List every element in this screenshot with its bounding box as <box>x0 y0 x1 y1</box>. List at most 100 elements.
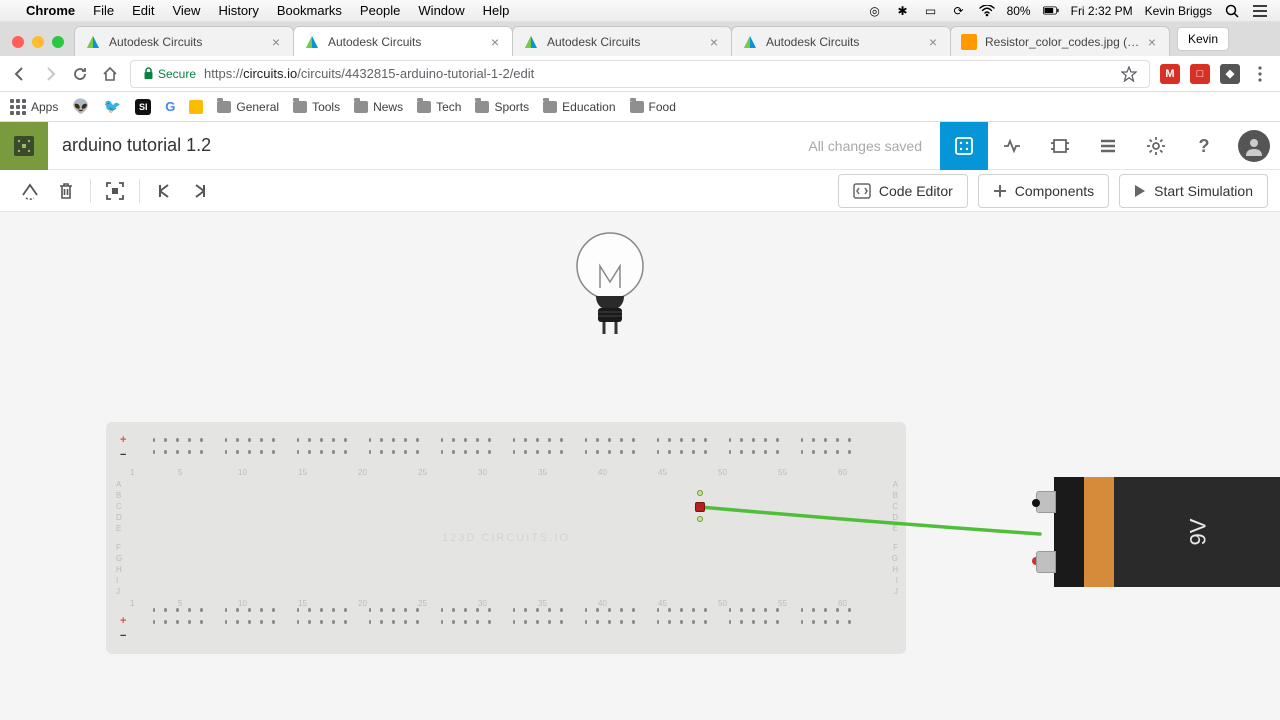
tab-close-icon[interactable]: × <box>926 35 940 49</box>
home-button[interactable] <box>100 64 120 84</box>
bm-folder-general[interactable]: General <box>217 100 279 114</box>
bm-google[interactable]: G <box>165 99 175 114</box>
ext-icon-2[interactable]: □ <box>1190 64 1210 84</box>
back-button[interactable] <box>10 64 30 84</box>
wifi-icon[interactable] <box>979 4 995 18</box>
bm-folder-news[interactable]: News <box>354 100 403 114</box>
tab-4[interactable]: Resistor_color_codes.jpg (14… × <box>950 26 1170 56</box>
start-simulation-button[interactable]: Start Simulation <box>1119 174 1268 208</box>
bm-reddit[interactable]: 👽 <box>72 98 89 115</box>
code-editor-button[interactable]: Code Editor <box>838 174 968 208</box>
tab-title: Autodesk Circuits <box>547 35 707 49</box>
app-logo[interactable] <box>0 122 48 170</box>
bm-si[interactable]: SI <box>135 99 151 115</box>
bm-folder-sports[interactable]: Sports <box>475 100 529 114</box>
url-path: /circuits/4432815-arduino-tutorial-1-2/e… <box>297 66 534 81</box>
editor-toolbar: Code Editor Components Start Simulation <box>0 170 1280 212</box>
tab-title: Autodesk Circuits <box>766 35 926 49</box>
menubar-clock[interactable]: Fri 2:32 PM <box>1071 4 1133 18</box>
view-pcb-button[interactable] <box>1036 122 1084 170</box>
bm-folder-food[interactable]: Food <box>630 100 676 114</box>
menu-bookmarks[interactable]: Bookmarks <box>277 3 342 18</box>
components-button[interactable]: Components <box>978 174 1109 208</box>
view-schematic-button[interactable] <box>988 122 1036 170</box>
tab-close-icon[interactable]: × <box>269 35 283 49</box>
bm-folder-education[interactable]: Education <box>543 100 615 114</box>
ext-icon-3[interactable]: ◆ <box>1220 64 1240 84</box>
bookmarks-bar: Apps 👽 🐦 SI G General Tools News Tech Sp… <box>0 92 1280 122</box>
bm-folder-tools[interactable]: Tools <box>293 100 340 114</box>
keep-icon <box>189 100 203 114</box>
menu-icon[interactable] <box>1252 4 1268 18</box>
tab-close-icon[interactable]: × <box>707 35 721 49</box>
forward-button[interactable] <box>40 64 60 84</box>
chrome-menu-icon[interactable] <box>1250 64 1270 84</box>
tab-strip: Autodesk Circuits × Autodesk Circuits × … <box>0 22 1280 56</box>
airdrop-icon[interactable]: ◎ <box>867 4 883 18</box>
menu-help[interactable]: Help <box>483 3 510 18</box>
rotate-button[interactable] <box>12 173 48 209</box>
puzzle-icon[interactable]: ✱ <box>895 4 911 18</box>
gmail-ext-icon[interactable]: M <box>1160 64 1180 84</box>
tab-close-icon[interactable]: × <box>488 35 502 49</box>
screen-icon[interactable]: ▭ <box>923 4 939 18</box>
bm-keep[interactable] <box>189 100 203 114</box>
project-title[interactable]: arduino tutorial 1.2 <box>62 135 211 156</box>
circuit-canvas[interactable]: + − + − 123D CIRCUITS.IO 115510101515202… <box>0 212 1280 720</box>
breadboard-component[interactable]: + − + − 123D CIRCUITS.IO 115510101515202… <box>106 422 906 654</box>
menubar-user[interactable]: Kevin Briggs <box>1145 4 1212 18</box>
menu-edit[interactable]: Edit <box>132 3 154 18</box>
battery-pos-terminal[interactable] <box>1032 557 1040 565</box>
wire-handle[interactable] <box>697 490 703 496</box>
wire-handle[interactable] <box>697 516 703 522</box>
omnibox[interactable]: Secure https://circuits.io/circuits/4432… <box>130 60 1150 88</box>
window-zoom[interactable] <box>52 36 64 48</box>
bm-label: General <box>236 100 279 114</box>
reload-button[interactable] <box>70 64 90 84</box>
view-breadboard-button[interactable] <box>940 122 988 170</box>
apps-label: Apps <box>31 100 58 114</box>
sync-icon[interactable]: ⟳ <box>951 4 967 18</box>
wire-endpoint[interactable] <box>695 502 705 512</box>
menu-view[interactable]: View <box>172 3 200 18</box>
menu-history[interactable]: History <box>218 3 258 18</box>
user-avatar[interactable] <box>1238 130 1270 162</box>
battery-icon[interactable] <box>1043 4 1059 18</box>
url-scheme: https:// <box>204 66 243 81</box>
window-minimize[interactable] <box>32 36 44 48</box>
delete-button[interactable] <box>48 173 84 209</box>
bm-twitter[interactable]: 🐦 <box>104 98 121 115</box>
rail-plus-icon: + <box>120 615 126 627</box>
profile-chip[interactable]: Kevin <box>1177 27 1229 51</box>
spotlight-icon[interactable] <box>1224 4 1240 18</box>
secure-label: Secure <box>158 67 196 81</box>
battery-component[interactable]: 9V <box>1054 477 1280 587</box>
star-icon[interactable] <box>1121 66 1137 82</box>
window-close[interactable] <box>12 36 24 48</box>
tab-3[interactable]: Autodesk Circuits × <box>731 26 951 56</box>
bookmarks-apps[interactable]: Apps <box>10 99 58 115</box>
tab-2[interactable]: Autodesk Circuits × <box>512 26 732 56</box>
view-list-button[interactable] <box>1084 122 1132 170</box>
redo-button[interactable] <box>182 173 218 209</box>
save-status: All changes saved <box>808 138 922 154</box>
battery-label: 9V <box>1185 519 1211 546</box>
tab-close-icon[interactable]: × <box>1145 35 1159 49</box>
menu-file[interactable]: File <box>93 3 114 18</box>
tab-1[interactable]: Autodesk Circuits × <box>293 26 513 56</box>
bm-folder-tech[interactable]: Tech <box>417 100 461 114</box>
menu-app[interactable]: Chrome <box>26 3 75 18</box>
zoom-fit-button[interactable] <box>97 173 133 209</box>
menu-window[interactable]: Window <box>418 3 464 18</box>
settings-button[interactable] <box>1132 122 1180 170</box>
folder-icon <box>630 101 644 113</box>
svg-text:?: ? <box>1199 136 1210 156</box>
undo-button[interactable] <box>146 173 182 209</box>
menu-people[interactable]: People <box>360 3 400 18</box>
help-button[interactable]: ? <box>1180 122 1228 170</box>
lightbulb-component[interactable] <box>574 230 646 345</box>
battery-neg-terminal[interactable] <box>1032 499 1040 507</box>
autodesk-icon <box>304 34 320 50</box>
tab-0[interactable]: Autodesk Circuits × <box>74 26 294 56</box>
rail-minus-icon: − <box>120 449 126 461</box>
